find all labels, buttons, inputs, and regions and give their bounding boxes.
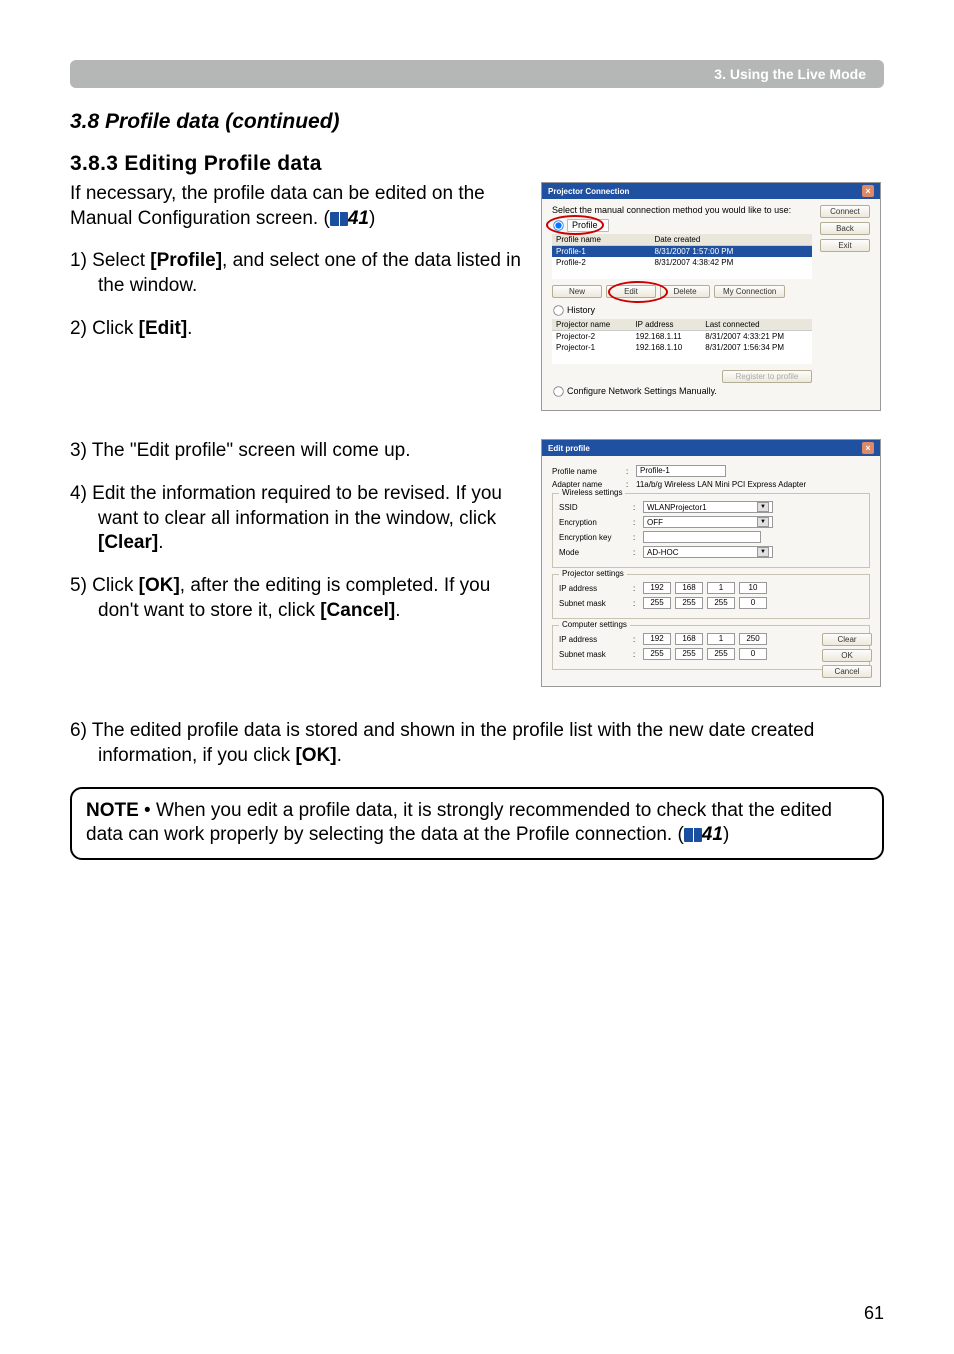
adapter-name-value: 11a/b/g Wireless LAN Mini PCI Express Ad…: [636, 480, 806, 489]
radio-profile[interactable]: Profile: [552, 219, 870, 232]
projector-settings-group: Projector settings IP address: 192168110…: [552, 574, 870, 619]
edit-button[interactable]: Edit: [606, 285, 656, 298]
dialog-title: Projector Connection: [548, 187, 629, 196]
close-icon[interactable]: ×: [862, 442, 874, 454]
chevron-down-icon: ▼: [757, 547, 769, 557]
cancel-button[interactable]: Cancel: [822, 665, 872, 678]
step-5: 5) Click [OK], after the editing is comp…: [70, 574, 525, 623]
new-button[interactable]: New: [552, 285, 602, 298]
subnet-label: Subnet mask: [559, 599, 629, 608]
figure-edit-profile: Edit profile × Profile name: Profile-1 A…: [541, 439, 881, 687]
history-table: Projector nameIP addressLast connected P…: [552, 319, 812, 364]
step-3: 3) The "Edit profile" screen will come u…: [70, 439, 525, 464]
table-row[interactable]: Projector-1192.168.1.108/31/2007 1:56:34…: [552, 342, 812, 353]
note-box: NOTE • When you edit a profile data, it …: [70, 787, 884, 860]
table-row[interactable]: Profile-18/31/2007 1:57:00 PM: [552, 246, 812, 258]
projector-ip-input[interactable]: 192168110: [643, 582, 767, 594]
exit-button[interactable]: Exit: [820, 239, 870, 252]
radio-manual[interactable]: Configure Network Settings Manually.: [552, 385, 870, 398]
step-6: 6) The edited profile data is stored and…: [70, 719, 884, 768]
clear-button[interactable]: Clear: [822, 633, 872, 646]
table-row[interactable]: Profile-28/31/2007 4:38:42 PM: [552, 257, 812, 268]
chevron-down-icon: ▼: [757, 502, 769, 512]
ok-button[interactable]: OK: [822, 649, 872, 662]
chevron-down-icon: ▼: [757, 517, 769, 527]
intro-text: If necessary, the profile data can be ed…: [70, 182, 525, 231]
step-4: 4) Edit the information required to be r…: [70, 482, 525, 556]
encryption-key-input[interactable]: [643, 531, 761, 543]
page-number: 61: [864, 1303, 884, 1324]
book-icon: [330, 212, 348, 226]
profile-name-label: Profile name: [552, 467, 622, 476]
table-row[interactable]: Projector-2192.168.1.118/31/2007 4:33:21…: [552, 331, 812, 343]
computer-subnet-input[interactable]: 2552552550: [643, 648, 767, 660]
computer-ip-input[interactable]: 1921681250: [643, 633, 767, 645]
delete-button[interactable]: Delete: [660, 285, 710, 298]
wireless-settings-group: Wireless settings SSID: WLANProjector1▼ …: [552, 493, 870, 568]
profile-table: Profile nameDate created Profile-18/31/2…: [552, 234, 812, 279]
encryption-key-label: Encryption key: [559, 533, 629, 542]
ssid-label: SSID: [559, 503, 629, 512]
step-1: 1) Select [Profile], and select one of t…: [70, 249, 525, 298]
close-icon[interactable]: ×: [862, 185, 874, 197]
subsection-title: 3.8.3 Editing Profile data: [70, 152, 884, 176]
dialog-title: Edit profile: [548, 444, 590, 453]
register-button[interactable]: Register to profile: [722, 370, 812, 383]
step-2: 2) Click [Edit].: [70, 317, 525, 342]
ssid-select[interactable]: WLANProjector1▼: [643, 501, 773, 513]
subnet-label: Subnet mask: [559, 650, 629, 659]
book-icon: [684, 828, 702, 842]
encryption-select[interactable]: OFF▼: [643, 516, 773, 528]
chapter-bar: 3. Using the Live Mode: [70, 60, 884, 88]
mode-label: Mode: [559, 548, 629, 557]
mode-select[interactable]: AD-HOC▼: [643, 546, 773, 558]
ip-label: IP address: [559, 584, 629, 593]
ip-label: IP address: [559, 635, 629, 644]
encryption-label: Encryption: [559, 518, 629, 527]
note-label: NOTE: [86, 800, 139, 821]
profile-name-input[interactable]: Profile-1: [636, 465, 726, 477]
radio-history[interactable]: History: [552, 304, 870, 317]
myconnection-button[interactable]: My Connection: [714, 285, 785, 298]
chapter-title: 3. Using the Live Mode: [714, 66, 866, 82]
connect-button[interactable]: Connect: [820, 205, 870, 218]
projector-subnet-input[interactable]: 2552552550: [643, 597, 767, 609]
figure-projector-connection: Projector Connection × Connect Back Exit…: [541, 182, 881, 411]
section-title: 3.8 Profile data (continued): [70, 110, 884, 134]
